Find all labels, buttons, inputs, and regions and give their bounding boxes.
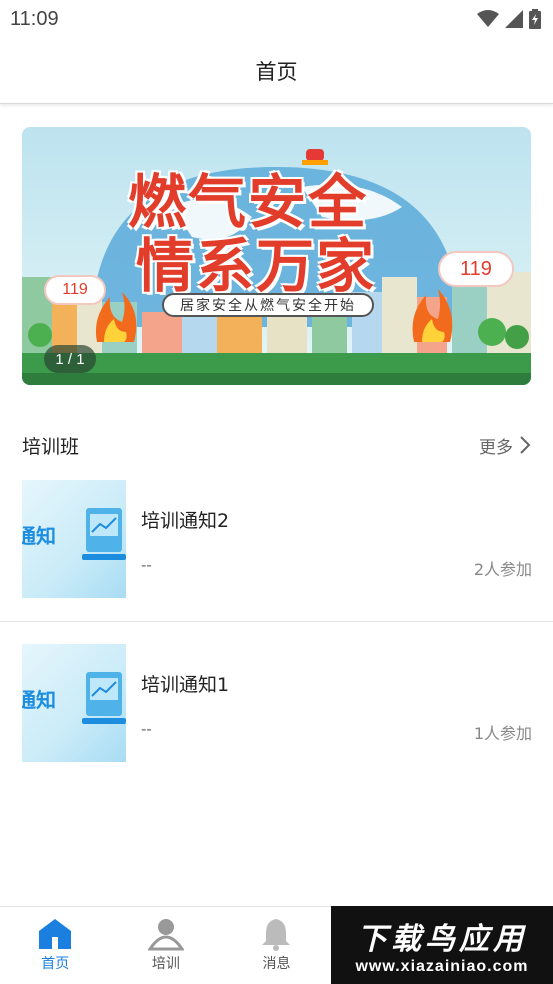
banner-carousel[interactable]: 燃气安全 情系万家 居家安全从燃气安全开始 119 119 1 / 1 xyxy=(22,127,531,385)
course-description: -- xyxy=(141,556,152,574)
badge-119-right: 119 xyxy=(438,251,514,287)
signal-icon xyxy=(505,10,523,28)
watermark-title: 下载鸟应用 xyxy=(357,922,527,957)
watermark-logo: 下载鸟应用 www.xiazainiao.com xyxy=(331,906,553,984)
wifi-icon xyxy=(477,10,499,27)
home-icon xyxy=(39,919,72,949)
course-list: 通知 培训通知2 -- 2人参加 通知 培训通知1 -- 1人参加 xyxy=(0,480,553,786)
course-thumbnail: 通知 xyxy=(22,480,126,598)
course-title: 培训通知2 xyxy=(141,510,230,532)
course-thumbnail: 通知 xyxy=(22,644,126,762)
nav-item-messages[interactable]: 消息 xyxy=(221,907,332,984)
banner-headline-line2: 情系万家 xyxy=(136,232,377,300)
course-title: 培训通知1 xyxy=(141,674,230,696)
badge-119-left: 119 xyxy=(44,275,106,305)
watermark-url: www.xiazainiao.com xyxy=(355,958,529,975)
nav-item-training[interactable]: 培训 xyxy=(111,907,222,984)
training-section-header: 培训班 更多 xyxy=(22,428,531,462)
document-chart-icon xyxy=(82,508,126,560)
user-icon xyxy=(147,919,184,951)
section-title: 培训班 xyxy=(22,435,80,458)
nav-label: 首页 xyxy=(41,956,70,972)
status-bar: 11:09 xyxy=(0,0,553,38)
chevron-right-icon xyxy=(520,436,531,454)
status-time: 11:09 xyxy=(10,7,59,30)
more-label: 更多 xyxy=(479,437,513,458)
thumbnail-text: 通知 xyxy=(22,524,56,548)
app-header: 首页 xyxy=(0,38,553,104)
list-item[interactable]: 通知 培训通知2 -- 2人参加 xyxy=(0,480,553,622)
battery-icon xyxy=(529,9,541,29)
nav-label: 消息 xyxy=(262,956,291,972)
page-title: 首页 xyxy=(255,59,298,84)
bell-icon xyxy=(262,919,291,951)
document-chart-icon xyxy=(82,672,126,724)
participant-count: 2人参加 xyxy=(473,560,532,579)
carousel-indicator: 1 / 1 xyxy=(44,345,96,373)
thumbnail-text: 通知 xyxy=(22,688,56,712)
participant-count: 1人参加 xyxy=(473,724,532,743)
more-link[interactable]: 更多 xyxy=(479,433,531,458)
nav-label: 培训 xyxy=(151,956,180,972)
status-icons xyxy=(477,9,541,29)
banner-subtitle: 居家安全从燃气安全开始 xyxy=(162,293,374,317)
list-item[interactable]: 通知 培训通知1 -- 1人参加 xyxy=(0,644,553,786)
nav-item-home[interactable]: 首页 xyxy=(0,907,111,984)
course-description: -- xyxy=(141,720,152,738)
